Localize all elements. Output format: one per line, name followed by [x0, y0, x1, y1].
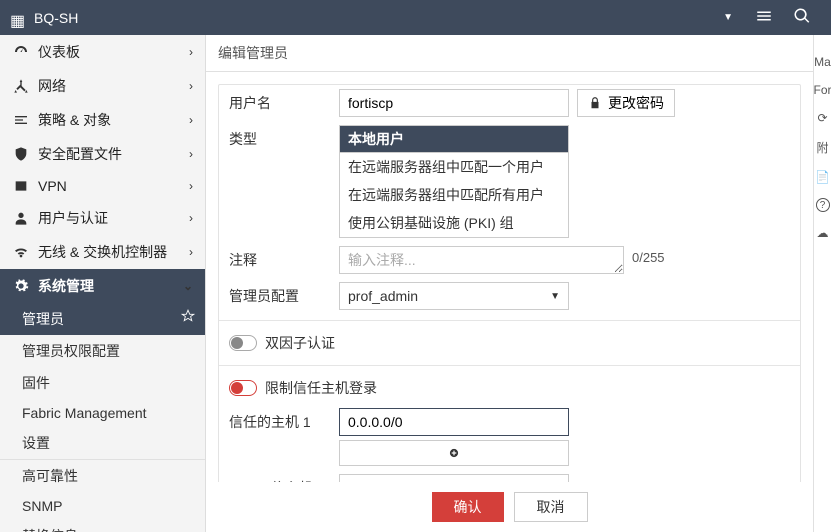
gear-icon: [12, 278, 30, 294]
chevron-right-icon: ›: [189, 147, 193, 161]
main-content: 编辑管理员 用户名 更改密码 类型: [206, 35, 813, 532]
username-label: 用户名: [229, 89, 339, 113]
trusted-host-label: 信任的主机 1: [229, 408, 339, 432]
restrict-hosts-label: 限制信任主机登录: [265, 378, 377, 398]
sidebar-item-user[interactable]: 用户与认证 ›: [0, 201, 205, 235]
ok-button[interactable]: 确认: [432, 492, 504, 522]
sidebar-item-dashboard[interactable]: 仪表板 ›: [0, 35, 205, 69]
user-icon: [12, 210, 30, 226]
sidebar-label: 安全配置文件: [38, 144, 122, 164]
comment-counter: 0/255: [632, 246, 665, 265]
restrict-hosts-toggle[interactable]: [229, 380, 257, 396]
twofa-toggle[interactable]: [229, 335, 257, 351]
profile-value: prof_admin: [348, 288, 418, 304]
ipv6-host-input[interactable]: [339, 474, 569, 482]
sidebar-sub-fabric[interactable]: Fabric Management: [0, 399, 205, 427]
brand: BQ-SH: [10, 10, 78, 26]
divider: [219, 365, 800, 366]
policy-icon: [12, 112, 30, 128]
brand-icon: [10, 11, 28, 25]
type-option[interactable]: 在远端服务器组中匹配一个用户: [340, 153, 568, 181]
sidebar-label: 仪表板: [38, 42, 80, 62]
sidebar-item-vpn[interactable]: VPN ›: [0, 171, 205, 201]
chevron-down-icon: ⌄: [183, 279, 193, 293]
wifi-icon: [12, 244, 30, 260]
ipv6-host-label: IPv6可信主机 1: [229, 474, 339, 482]
profile-label: 管理员配置: [229, 282, 339, 306]
sidebar-item-security[interactable]: 安全配置文件 ›: [0, 137, 205, 171]
profile-select[interactable]: prof_admin ▼: [339, 282, 569, 310]
sidebar-sub-admin-profile[interactable]: 管理员权限配置: [0, 335, 205, 367]
trusted-host-input[interactable]: [339, 408, 569, 436]
right-text: Ma: [814, 55, 831, 69]
sidebar-item-system[interactable]: 系统管理 ⌄: [0, 269, 205, 303]
network-icon: [12, 78, 30, 94]
type-option[interactable]: 使用公钥基础设施 (PKI) 组: [340, 209, 568, 237]
type-selected[interactable]: 本地用户: [339, 125, 569, 153]
sidebar-sub-replace[interactable]: 替换信息: [0, 520, 205, 532]
sidebar-label: VPN: [38, 178, 67, 194]
type-dropdown[interactable]: 本地用户 在远端服务器组中匹配一个用户 在远端服务器组中匹配所有用户 使用公钥基…: [339, 125, 569, 238]
star-icon[interactable]: [181, 309, 195, 326]
menu-icon[interactable]: [745, 7, 783, 28]
lock-icon: [588, 96, 602, 110]
right-text: 附: [816, 139, 828, 156]
brand-text: BQ-SH: [34, 10, 78, 26]
sidebar-label: 策略 & 对象: [38, 110, 111, 130]
doc-icon[interactable]: 📄: [815, 170, 830, 184]
sidebar-item-policy[interactable]: 策略 & 对象 ›: [0, 103, 205, 137]
sidebar: 仪表板 › 网络 › 策略 & 对象 › 安全配置文件 › VPN › 用户与认…: [0, 35, 206, 532]
add-trusted-host-button[interactable]: [339, 440, 569, 466]
sidebar-item-network[interactable]: 网络 ›: [0, 69, 205, 103]
vpn-icon: [12, 178, 30, 194]
brand-dropdown-caret[interactable]: ▼: [723, 12, 733, 23]
type-label: 类型: [229, 125, 339, 149]
cancel-button[interactable]: 取消: [514, 492, 588, 522]
twofa-label: 双因子认证: [265, 333, 335, 353]
change-password-button[interactable]: 更改密码: [577, 89, 675, 117]
chevron-right-icon: ›: [189, 245, 193, 259]
sidebar-label: 用户与认证: [38, 208, 108, 228]
sidebar-sub-snmp[interactable]: SNMP: [0, 492, 205, 520]
plus-icon: [447, 446, 461, 460]
sub-label: 管理员: [22, 311, 64, 327]
comment-label: 注释: [229, 246, 339, 270]
search-icon[interactable]: [783, 7, 821, 28]
sidebar-item-wireless[interactable]: 无线 & 交换机控制器 ›: [0, 235, 205, 269]
sidebar-label: 无线 & 交换机控制器: [38, 242, 167, 262]
refresh-icon[interactable]: ⟳: [817, 111, 827, 125]
caret-down-icon: ▼: [550, 291, 560, 302]
sidebar-sub-ha[interactable]: 高可靠性: [0, 459, 205, 492]
top-bar: BQ-SH ▼: [0, 0, 831, 35]
form-panel: 用户名 更改密码 类型 本地用户: [218, 84, 801, 482]
comment-input[interactable]: [339, 246, 624, 274]
right-panel-collapsed: Ma For ⟳ 附 📄 ? ☁: [813, 35, 831, 532]
dashboard-icon: [12, 44, 30, 60]
chevron-right-icon: ›: [189, 179, 193, 193]
chevron-right-icon: ›: [189, 113, 193, 127]
sidebar-label: 网络: [38, 76, 66, 96]
sidebar-sub-firmware[interactable]: 固件: [0, 367, 205, 399]
footer-actions: 确认 取消: [206, 482, 813, 532]
cloud-icon[interactable]: ☁: [817, 226, 829, 240]
type-option[interactable]: 在远端服务器组中匹配所有用户: [340, 181, 568, 209]
right-text: For: [814, 83, 831, 97]
chevron-right-icon: ›: [189, 79, 193, 93]
divider: [219, 320, 800, 321]
sidebar-sub-settings[interactable]: 设置: [0, 427, 205, 459]
username-input[interactable]: [339, 89, 569, 117]
type-options: 在远端服务器组中匹配一个用户 在远端服务器组中匹配所有用户 使用公钥基础设施 (…: [339, 153, 569, 238]
sidebar-label: 系统管理: [38, 276, 94, 296]
page-title: 编辑管理员: [206, 35, 813, 72]
sidebar-sub-admin[interactable]: 管理员: [0, 303, 205, 335]
chevron-right-icon: ›: [189, 45, 193, 59]
chevron-right-icon: ›: [189, 211, 193, 225]
help-icon[interactable]: ?: [816, 198, 830, 212]
shield-icon: [12, 146, 30, 162]
